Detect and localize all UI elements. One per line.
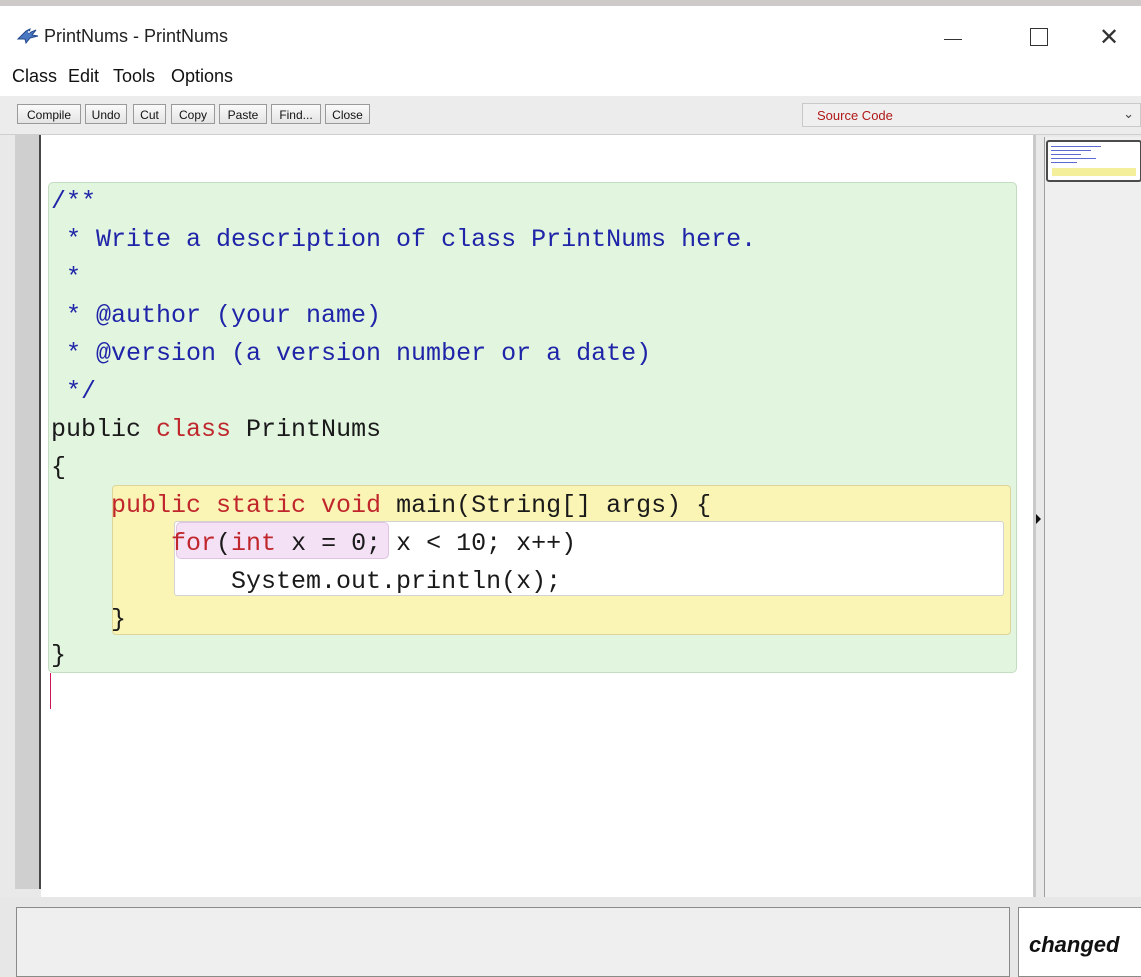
maximize-icon [1030, 28, 1048, 47]
minimize-button[interactable] [930, 16, 976, 60]
code-token: { [51, 453, 67, 482]
thumb-line [1051, 146, 1101, 147]
close-icon: ✕ [1098, 24, 1120, 51]
code-token: * @version (a version number or a date) [51, 339, 652, 368]
cut-button[interactable]: Cut [133, 104, 166, 124]
code-line[interactable]: /** [51, 187, 96, 217]
code-line[interactable]: * [51, 263, 81, 293]
code-token: */ [51, 377, 97, 406]
code-token: int [231, 529, 277, 558]
code-line[interactable]: public static void main(String[] args) { [51, 491, 711, 521]
code-token: void [321, 491, 382, 520]
code-token: main(String[] args) { [381, 491, 712, 520]
editor-window: PrintNums - PrintNums ✕ Class Edit Tools… [0, 0, 1141, 977]
copy-button[interactable]: Copy [171, 104, 215, 124]
code-line[interactable]: } [51, 641, 66, 671]
maximize-button[interactable] [1016, 16, 1062, 60]
close-button[interactable]: Close [325, 104, 370, 124]
code-overview-panel[interactable] [1044, 137, 1141, 897]
code-token: /** [51, 187, 97, 216]
view-selector[interactable]: Source Code ⌄ [802, 103, 1141, 127]
code-line[interactable]: */ [51, 377, 96, 407]
thumb-line [1051, 162, 1077, 163]
thumb-method-block [1052, 168, 1136, 176]
find-button[interactable]: Find... [271, 104, 321, 124]
thumb-line [1051, 158, 1096, 159]
code-line[interactable]: { [51, 453, 66, 483]
line-gutter [15, 135, 40, 889]
code-line[interactable]: * @version (a version number or a date) [51, 339, 651, 369]
code-token: x = 0; x < 10; x++) [276, 529, 577, 558]
code-line[interactable]: } [51, 605, 126, 635]
status-message [16, 907, 1010, 977]
thumb-line [1051, 154, 1081, 155]
code-token: System.out.println(x); [51, 567, 562, 596]
menu-bar: Class Edit Tools Options [0, 62, 1141, 92]
code-line[interactable]: * @author (your name) [51, 301, 381, 331]
undo-button[interactable]: Undo [85, 104, 127, 124]
code-token: * [51, 263, 82, 292]
code-token: ( [216, 529, 232, 558]
divider-arrow-icon[interactable] [1036, 514, 1041, 524]
code-token: class [156, 415, 232, 444]
menu-edit[interactable]: Edit [68, 66, 99, 87]
menu-options[interactable]: Options [171, 66, 233, 87]
changed-label: changed [1029, 932, 1120, 957]
text-caret [50, 673, 51, 709]
view-selector-value: Source Code [817, 108, 893, 123]
menu-class[interactable]: Class [12, 66, 57, 87]
code-token: for [51, 529, 217, 558]
code-line[interactable]: for(int x = 0; x < 10; x++) [51, 529, 576, 559]
window-title: PrintNums - PrintNums [44, 26, 229, 46]
bluej-bird-icon [16, 28, 39, 45]
code-token: } [51, 641, 67, 670]
minimize-icon [944, 38, 962, 40]
code-line[interactable]: * Write a description of class PrintNums… [51, 225, 756, 255]
code-token: * Write a description of class PrintNums… [51, 225, 757, 254]
code-token: * @author (your name) [51, 301, 382, 330]
chevron-down-icon: ⌄ [1123, 106, 1134, 121]
code-overview-thumbnail[interactable] [1046, 140, 1141, 182]
code-token: } [51, 605, 127, 634]
code-line[interactable]: public class PrintNums [51, 415, 381, 445]
menu-tools[interactable]: Tools [113, 66, 155, 87]
thumb-line [1051, 150, 1091, 151]
title-bar[interactable]: PrintNums - PrintNums ✕ [0, 6, 1141, 62]
changed-indicator: changed [1018, 907, 1141, 977]
code-token: public [51, 415, 157, 444]
code-token: PrintNums [231, 415, 382, 444]
compile-button[interactable]: Compile [17, 104, 81, 124]
code-line[interactable]: System.out.println(x); [51, 567, 561, 597]
paste-button[interactable]: Paste [219, 104, 267, 124]
close-window-button[interactable]: ✕ [1086, 16, 1132, 60]
code-token: public static [51, 491, 322, 520]
